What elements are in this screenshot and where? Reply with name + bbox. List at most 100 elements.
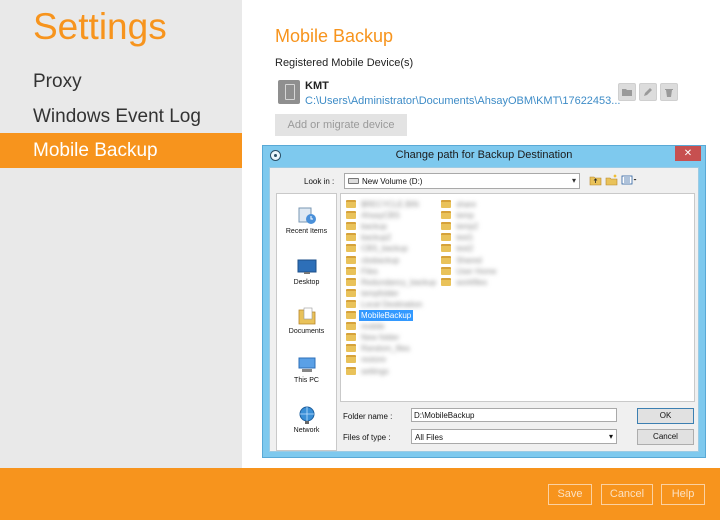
drive-icon: [348, 178, 359, 184]
documents-icon: [298, 307, 315, 325]
network-icon: [299, 406, 314, 424]
folder-icon: [346, 277, 356, 286]
mobile-device-icon: [278, 80, 300, 104]
folder-icon: [346, 233, 356, 242]
folder-icon: [346, 322, 356, 331]
folder-browse-button[interactable]: [618, 83, 636, 101]
folder-icon: [346, 311, 356, 319]
folder-icon: [441, 211, 451, 220]
pencil-icon: [644, 88, 652, 96]
look-in-label: Look in :: [304, 177, 335, 186]
folder-name: User Home: [456, 266, 497, 276]
folder-name: AhsayCBS: [361, 211, 400, 221]
place-label: Network: [293, 427, 320, 434]
folder-icon: [441, 255, 451, 264]
settings-title: Settings: [33, 6, 167, 47]
place-label: Desktop: [293, 279, 320, 286]
folder-name: cbsbackup: [361, 255, 400, 265]
folder-list[interactable]: $RECYCLE.BIN AhsayCBS backup backup2 CBS_bac…: [340, 193, 695, 402]
folder-name: share: [456, 200, 477, 209]
dialog-titlebar[interactable]: Change path for Backup Destination ✕: [263, 146, 705, 166]
sidebar-item-proxy[interactable]: Proxy: [0, 64, 242, 99]
folder-name: MobileBackup: [359, 310, 414, 321]
registered-devices-label: Registered Mobile Device(s): [275, 57, 414, 69]
place-recent-items[interactable]: Recent Items: [277, 206, 336, 235]
folder-icon: [346, 333, 356, 342]
folder-icon: [346, 344, 356, 353]
folder-icon: [346, 255, 356, 264]
place-documents[interactable]: Documents: [277, 306, 336, 335]
folder-name: Random_files: [361, 344, 410, 354]
save-button[interactable]: Save: [548, 484, 592, 505]
files-of-type-select[interactable]: All Files ▾: [411, 429, 617, 444]
folder-icon: [441, 222, 451, 231]
sidebar-item-mobile-backup[interactable]: Mobile Backup: [0, 133, 242, 168]
chevron-down-icon: ▾: [571, 176, 576, 185]
folder-icon: [346, 200, 356, 208]
up-folder-icon[interactable]: [589, 174, 602, 186]
folder-name: workfiles: [456, 277, 488, 287]
folder-name: CBS_backup: [361, 244, 408, 254]
folder-name: Files: [361, 266, 378, 276]
device-name: KMT: [305, 80, 329, 92]
desktop-icon: [297, 259, 316, 274]
folder-name: test2: [456, 244, 474, 254]
delete-device-button[interactable]: [660, 83, 678, 101]
folder-icon: [441, 277, 451, 286]
place-label: This PC: [294, 377, 319, 384]
folder-icon: [441, 244, 451, 253]
folder-name: temp2: [456, 222, 479, 232]
trash-icon: [665, 89, 673, 97]
folder-name: backup: [361, 222, 387, 232]
help-button[interactable]: Help: [661, 484, 705, 505]
places-bar: Recent Items Desktop Documents This PC N…: [276, 193, 337, 451]
add-migrate-device-button[interactable]: Add or migrate device: [275, 114, 407, 136]
cancel-button[interactable]: Cancel: [601, 484, 653, 505]
files-of-type-label: Files of type :: [343, 433, 391, 442]
folder-icon: [441, 233, 451, 242]
place-label: Documents: [288, 328, 325, 335]
close-button[interactable]: ✕: [675, 146, 701, 161]
computer-icon: [298, 357, 315, 372]
folder-name: restore: [361, 355, 386, 365]
folder-icon: [346, 244, 356, 253]
recent-items-icon: [298, 207, 316, 224]
look-in-value: New Volume (D:): [362, 177, 423, 186]
place-label: Recent Items: [285, 228, 328, 235]
folder-icon: [441, 200, 451, 208]
dialog-body: Look in : New Volume (D:) ▾ Recent Items…: [269, 167, 699, 452]
look-in-combobox[interactable]: New Volume (D:) ▾: [344, 173, 580, 189]
folder-icon: [441, 266, 451, 275]
folder-name: settings: [361, 366, 389, 376]
files-of-type-value: All Files: [415, 433, 444, 442]
folder-icon: [346, 299, 356, 308]
folder-name-label: Folder name :: [343, 412, 393, 421]
view-menu-icon[interactable]: [621, 174, 637, 186]
dialog-cancel-button[interactable]: Cancel: [637, 429, 694, 445]
folder-name: test1: [456, 233, 474, 243]
footer-bar: Save Cancel Help: [0, 468, 720, 520]
folder-icon: [346, 366, 356, 375]
new-folder-icon[interactable]: [605, 174, 618, 186]
change-path-dialog: Change path for Backup Destination ✕ Loo…: [262, 145, 706, 458]
place-this-pc[interactable]: This PC: [277, 355, 336, 384]
sidebar-item-windows-event-log[interactable]: Windows Event Log: [0, 99, 242, 134]
folder-name: mobile: [361, 322, 385, 332]
folder-icon: [346, 222, 356, 231]
folder-name-input[interactable]: [411, 408, 617, 422]
folder-open-icon: [622, 89, 632, 96]
settings-sidebar: Settings Proxy Windows Event Log Mobile …: [0, 0, 242, 468]
ok-button[interactable]: OK: [637, 408, 694, 424]
place-network[interactable]: Network: [277, 405, 336, 434]
folder-icon: [346, 211, 356, 220]
edit-device-button[interactable]: [639, 83, 657, 101]
folder-name: Shared: [456, 255, 482, 265]
folder-name: New folder: [361, 333, 400, 343]
folder-name: temp: [456, 211, 474, 221]
place-desktop[interactable]: Desktop: [277, 257, 336, 286]
dialog-title: Change path for Backup Destination: [395, 149, 573, 161]
folder-icon: [346, 288, 356, 297]
folder-icon: [346, 355, 356, 364]
folder-name: Redundancy_backup: [361, 277, 437, 287]
device-backup-path: C:\Users\Administrator\Documents\AhsayOB…: [305, 95, 621, 107]
